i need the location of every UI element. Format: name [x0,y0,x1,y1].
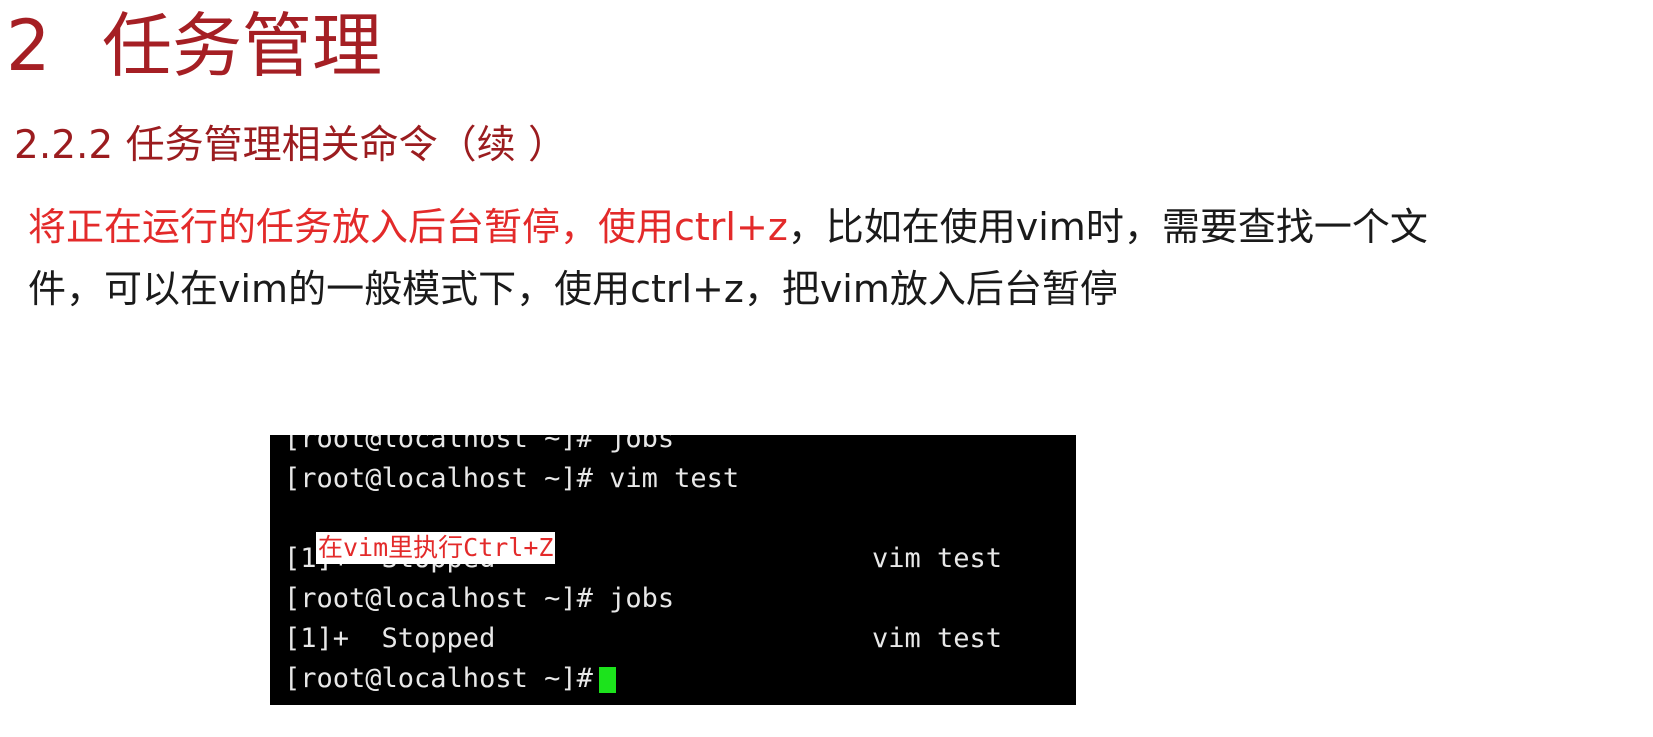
terminal-line-text: [root@localhost ~]# [284,663,593,694]
terminal-line: [1]+ Stopped vim test [284,621,1002,657]
terminal-annotation: 在vim里执行Ctrl+Z [316,532,556,564]
terminal-line-text: [root@localhost ~]# jobs [284,435,675,454]
terminal-line: [root@localhost ~]# vim test [284,461,739,497]
terminal-line: [root@localhost ~]# jobs [284,581,674,617]
terminal-line-text: [root@localhost ~]# jobs [284,583,675,614]
paragraph-line-1: 将正在运行的任务放入后台暂停，使用ctrl+z，比如在使用vim时，需要查找一个… [28,196,1638,258]
terminal-cursor [598,666,616,693]
section-number: 2 [6,5,51,87]
slide-subtitle: 2.2.2 任务管理相关命令（续 ） [14,123,568,168]
terminal-screenshot: [root@localhost ~]# jobs [root@localhost… [270,435,1076,705]
terminal-line-command: vim test [872,543,1003,574]
terminal-line: [root@localhost ~]# [284,661,616,697]
terminal-line-command: vim test [872,623,1003,654]
terminal-line-text: [1]+ Stopped [284,623,496,654]
paragraph-line-2: 件，可以在vim的一般模式下，使用ctrl+z，把vim放入后台暂停 [28,267,1118,311]
paragraph-text: ，比如在使用vim时，需要查找一个文 [787,205,1428,249]
description-paragraph: 将正在运行的任务放入后台暂停，使用ctrl+z，比如在使用vim时，需要查找一个… [28,196,1638,320]
terminal-line-text: [root@localhost ~]# vim test [284,463,740,494]
section-title: 任务管理 [102,5,382,87]
slide-title: 2 任务管理 [6,6,382,86]
highlighted-text: 将正在运行的任务放入后台暂停，使用ctrl+z [28,205,788,249]
terminal-line: [root@localhost ~]# jobs [284,435,674,457]
